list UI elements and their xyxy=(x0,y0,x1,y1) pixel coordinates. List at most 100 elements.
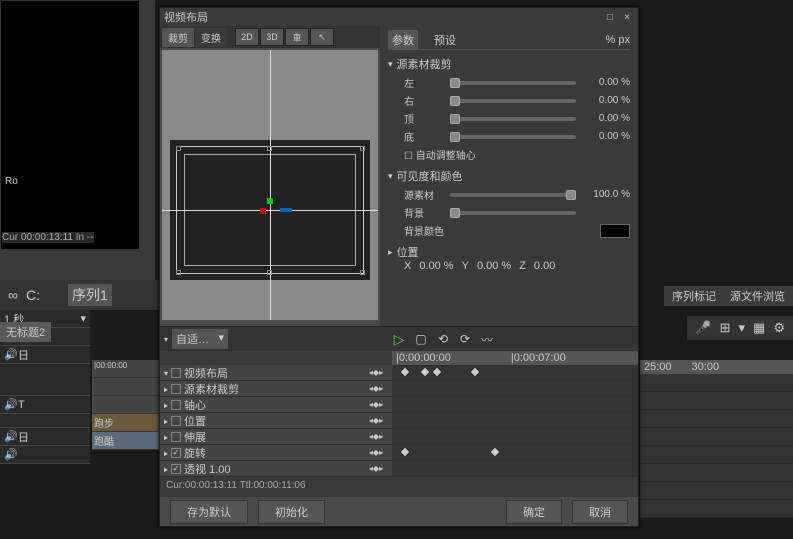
bg-slider[interactable] xyxy=(450,211,576,215)
tool2-icon[interactable]: ▾ xyxy=(739,320,746,336)
close-icon[interactable]: × xyxy=(620,12,634,23)
kf-lane[interactable] xyxy=(392,461,638,476)
kf-nav[interactable]: ◂◆▸ xyxy=(360,461,392,476)
prev-kf-icon[interactable]: ⟲ xyxy=(432,330,454,348)
crop-value: 0.00 % xyxy=(582,113,630,124)
mode-2d[interactable]: 2D xyxy=(235,28,259,46)
tab-params[interactable]: 参数 xyxy=(388,30,418,50)
kf-row-name[interactable]: ✓旋转 xyxy=(160,445,360,460)
handle-green[interactable] xyxy=(267,198,273,204)
params-pane: 参数 预设 % px 源素材裁剪 左0.00 %右0.00 %顶0.00 %底0… xyxy=(380,26,638,326)
auto-axis-checkbox[interactable]: 自动调整轴心 xyxy=(404,147,630,162)
play-icon[interactable]: ▷ xyxy=(388,330,410,348)
link-icon[interactable]: ∞ xyxy=(8,287,18,303)
right-tools: 🎤 ⊞ ▾ ▦ ⚙ xyxy=(687,316,793,340)
clip-b[interactable]: 跑酷 xyxy=(92,432,162,450)
track-h2[interactable]: 🔊日 xyxy=(0,346,90,364)
rotate-label: Ro xyxy=(5,176,18,187)
kf-row-name[interactable]: 视频布局 xyxy=(160,365,360,380)
crop-header[interactable]: 源素材裁剪 xyxy=(388,56,630,72)
kf-nav[interactable]: ◂◆▸ xyxy=(360,397,392,412)
tool-icon[interactable]: ⊞ xyxy=(720,320,731,336)
kf-lane[interactable] xyxy=(392,445,638,460)
sequence-tab[interactable]: 无标题2 xyxy=(0,322,51,342)
crop-label: 左 xyxy=(404,75,444,90)
mode-car[interactable]: 車 xyxy=(285,28,309,46)
tool-tabs: 裁剪 变换 2D 3D 車 ↖ xyxy=(160,26,380,48)
tab-presets[interactable]: 预设 xyxy=(430,30,460,50)
crop-slider[interactable] xyxy=(450,117,576,121)
tab-markers[interactable]: 序列标记 xyxy=(672,288,716,304)
kf-row-name[interactable]: 位置 xyxy=(160,413,360,428)
cancel-button[interactable]: 取消 xyxy=(572,500,628,524)
tab-transform[interactable]: 变换 xyxy=(195,28,227,47)
kf-lane[interactable] xyxy=(392,381,638,396)
crop-slider[interactable] xyxy=(450,135,576,139)
crop-label: 右 xyxy=(404,93,444,108)
bg-toolbar: ∞ C: 序列1 xyxy=(0,280,165,310)
right-tabs: 序列标记 源文件浏览 xyxy=(664,286,793,306)
init-button[interactable]: 初始化 xyxy=(258,500,325,524)
video-layout-dialog: 视频布局 □ × 裁剪 变换 2D 3D 車 ↖ xyxy=(159,7,639,527)
curve-icon[interactable]: 〰 xyxy=(476,330,498,348)
kf-nav[interactable]: ◂◆▸ xyxy=(360,413,392,428)
section-position: 位置 X0.00 % Y0.00 % Z0.00 xyxy=(388,244,630,272)
mode-3d[interactable]: 3D xyxy=(260,28,284,46)
crop-slider[interactable] xyxy=(450,81,576,85)
tab-browser[interactable]: 源文件浏览 xyxy=(730,288,785,304)
vis-header[interactable]: 可见度和颜色 xyxy=(388,168,630,184)
loop-icon[interactable]: ▢ xyxy=(410,330,432,348)
save-default-button[interactable]: 存为默认 xyxy=(170,500,248,524)
expand-icon[interactable]: ▾ xyxy=(164,335,168,344)
fit-dropdown[interactable]: 自适…▾ xyxy=(172,329,228,349)
section-visibility: 可见度和颜色 源素材 100.0 % 背景 背景颜色 xyxy=(388,168,630,238)
kf-nav[interactable]: ◂◆▸ xyxy=(360,445,392,460)
handle-blue[interactable] xyxy=(280,208,292,212)
mic-icon[interactable]: 🎤 xyxy=(695,320,711,336)
clip-a[interactable]: 跑步 xyxy=(92,414,162,432)
kf-row-name[interactable]: 轴心 xyxy=(160,397,360,412)
src-slider[interactable] xyxy=(450,193,576,197)
preview-canvas[interactable] xyxy=(162,50,378,320)
src-label: 源素材 xyxy=(404,187,444,202)
bg-label: 背景 xyxy=(404,205,444,220)
grid-icon[interactable]: ▦ xyxy=(753,320,765,336)
kf-lane[interactable] xyxy=(392,429,638,444)
kf-nav[interactable]: ◂◆▸ xyxy=(360,429,392,444)
kf-ruler[interactable]: |0:00:00:00|0:00:07:00 xyxy=(392,351,638,365)
settings-icon[interactable]: ⚙ xyxy=(773,320,785,336)
button-bar: 存为默认 初始化 确定 取消 xyxy=(160,496,638,526)
ok-button[interactable]: 确定 xyxy=(506,500,562,524)
kf-nav[interactable]: ◂◆▸ xyxy=(360,365,392,380)
track-t[interactable]: 🔊T xyxy=(0,396,90,414)
seq-name[interactable]: 序列1 xyxy=(68,284,112,306)
cut-icon[interactable]: C: xyxy=(26,287,40,303)
bgcolor-swatch[interactable] xyxy=(600,224,630,238)
dialog-title: 视频布局 xyxy=(164,9,208,25)
kf-row-name[interactable]: 伸展 xyxy=(160,429,360,444)
kf-row-name[interactable]: 源素材裁剪 xyxy=(160,381,360,396)
pos-header[interactable]: 位置 xyxy=(388,244,630,260)
next-kf-icon[interactable]: ⟳ xyxy=(454,330,476,348)
bg-timecode: Cur 00:00:13:11 In -- xyxy=(2,232,94,243)
section-crop: 源素材裁剪 左0.00 %右0.00 %顶0.00 %底0.00 % 自动调整轴… xyxy=(388,56,630,162)
kf-timecode: Cur:00:00:13:11 Ttl:00:00:11:06 xyxy=(160,477,638,494)
bgcolor-label: 背景颜色 xyxy=(404,223,464,238)
kf-lane[interactable] xyxy=(392,397,638,412)
handle-red[interactable] xyxy=(260,208,266,214)
tab-crop[interactable]: 裁剪 xyxy=(162,28,194,47)
unit-toggle[interactable]: % px xyxy=(606,34,630,46)
minimize-icon[interactable]: □ xyxy=(603,12,617,23)
kf-row-name[interactable]: ✓透视 1.00 xyxy=(160,461,360,476)
titlebar[interactable]: 视频布局 □ × xyxy=(160,8,638,26)
crop-slider[interactable] xyxy=(450,99,576,103)
mode-arrow[interactable]: ↖ xyxy=(310,28,334,46)
bg-monitor: Ro xyxy=(0,0,140,250)
left-pane: 裁剪 变换 2D 3D 車 ↖ xyxy=(160,26,380,326)
kf-lane[interactable] xyxy=(392,413,638,428)
kf-lane[interactable] xyxy=(392,365,638,380)
kf-nav[interactable]: ◂◆▸ xyxy=(360,381,392,396)
src-value: 100.0 % xyxy=(582,189,630,200)
track-h3[interactable]: 🔊日 xyxy=(0,428,90,446)
crop-value: 0.00 % xyxy=(582,131,630,142)
